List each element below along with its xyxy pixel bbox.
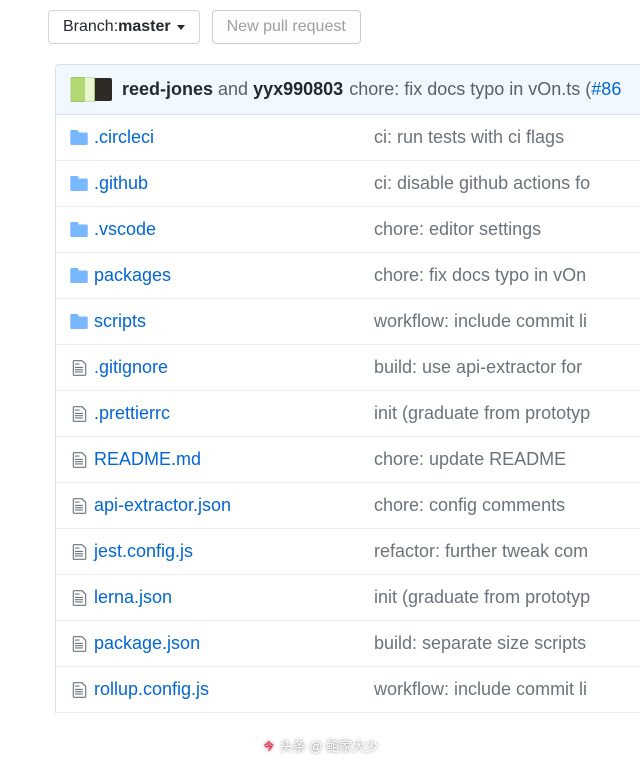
commit-author[interactable]: yyx990803 — [253, 79, 343, 100]
folder-icon — [64, 222, 94, 237]
table-row: rollup.config.js workflow: include commit… — [56, 667, 640, 713]
file-link[interactable]: rollup.config.js — [94, 679, 209, 699]
folder-icon — [64, 268, 94, 283]
file-icon — [64, 497, 94, 515]
table-row: jest.config.js refactor: further tweak co… — [56, 529, 640, 575]
branch-name: master — [118, 18, 170, 36]
table-row: scripts workflow: include commit li — [56, 299, 640, 345]
file-link[interactable]: .github — [94, 173, 148, 193]
commit-message-cell[interactable]: chore: editor settings — [374, 219, 630, 240]
file-link[interactable]: packages — [94, 265, 171, 285]
commit-message-cell[interactable]: build: separate size scripts — [374, 633, 630, 654]
file-icon — [64, 543, 94, 561]
latest-commit-bar[interactable]: reed-jones and yyx990803 chore: fix docs… — [55, 64, 640, 115]
table-row: packages chore: fix docs typo in vOn — [56, 253, 640, 299]
file-icon — [64, 681, 94, 699]
file-link[interactable]: README.md — [94, 449, 201, 469]
author-joiner: and — [218, 79, 248, 100]
toolbar: Branch: master New pull request — [48, 10, 640, 44]
file-link[interactable]: lerna.json — [94, 587, 172, 607]
table-row: lerna.json init (graduate from prototyp — [56, 575, 640, 621]
file-icon — [64, 635, 94, 653]
file-icon — [64, 589, 94, 607]
file-icon — [64, 359, 94, 377]
file-link[interactable]: .circleci — [94, 127, 154, 147]
file-link[interactable]: .prettierrc — [94, 403, 170, 423]
chevron-down-icon — [177, 25, 185, 30]
commit-message-cell[interactable]: chore: fix docs typo in vOn — [374, 265, 630, 286]
commit-message-cell[interactable]: init (graduate from prototyp — [374, 587, 630, 608]
file-list: .circleci ci: run tests with ci flags .git… — [55, 115, 640, 713]
commit-message: chore: fix docs typo in vOn.ts ( — [349, 79, 591, 100]
commit-message-cell[interactable]: workflow: include commit li — [374, 679, 630, 700]
table-row: .gitignore build: use api-extractor for — [56, 345, 640, 391]
avatar-group — [70, 77, 112, 102]
table-row: package.json build: separate size scripts — [56, 621, 640, 667]
file-link[interactable]: package.json — [94, 633, 200, 653]
avatar — [70, 77, 95, 102]
folder-icon — [64, 130, 94, 145]
commit-message-cell[interactable]: workflow: include commit li — [374, 311, 630, 332]
file-link[interactable]: jest.config.js — [94, 541, 193, 561]
commit-message-cell[interactable]: build: use api-extractor for — [374, 357, 630, 378]
file-link[interactable]: scripts — [94, 311, 146, 331]
commit-message-cell[interactable]: refactor: further tweak com — [374, 541, 630, 562]
branch-label: Branch: — [63, 18, 118, 36]
commit-author[interactable]: reed-jones — [122, 79, 213, 100]
file-link[interactable]: api-extractor.json — [94, 495, 231, 515]
watermark: 今 头条 @ 鲍家大少 — [262, 736, 378, 755]
table-row: .github ci: disable github actions fo — [56, 161, 640, 207]
table-row: .circleci ci: run tests with ci flags — [56, 115, 640, 161]
folder-icon — [64, 314, 94, 329]
commit-message-cell[interactable]: chore: update README — [374, 449, 630, 470]
table-row: README.md chore: update README — [56, 437, 640, 483]
commit-pr-link[interactable]: #86 — [591, 79, 621, 100]
commit-message-cell[interactable]: ci: run tests with ci flags — [374, 127, 630, 148]
commit-message-cell[interactable]: ci: disable github actions fo — [374, 173, 630, 194]
folder-icon — [64, 176, 94, 191]
new-pull-request-button[interactable]: New pull request — [212, 10, 361, 44]
watermark-text: 头条 @ 鲍家大少 — [280, 736, 378, 755]
commit-message-cell[interactable]: init (graduate from prototyp — [374, 403, 630, 424]
watermark-icon: 今 — [262, 739, 276, 753]
branch-selector[interactable]: Branch: master — [48, 10, 200, 44]
file-link[interactable]: .vscode — [94, 219, 156, 239]
commit-message-cell[interactable]: chore: config comments — [374, 495, 630, 516]
file-icon — [64, 405, 94, 423]
table-row: .prettierrc init (graduate from prototyp — [56, 391, 640, 437]
file-link[interactable]: .gitignore — [94, 357, 168, 377]
table-row: api-extractor.json chore: config comments — [56, 483, 640, 529]
table-row: .vscode chore: editor settings — [56, 207, 640, 253]
file-icon — [64, 451, 94, 469]
